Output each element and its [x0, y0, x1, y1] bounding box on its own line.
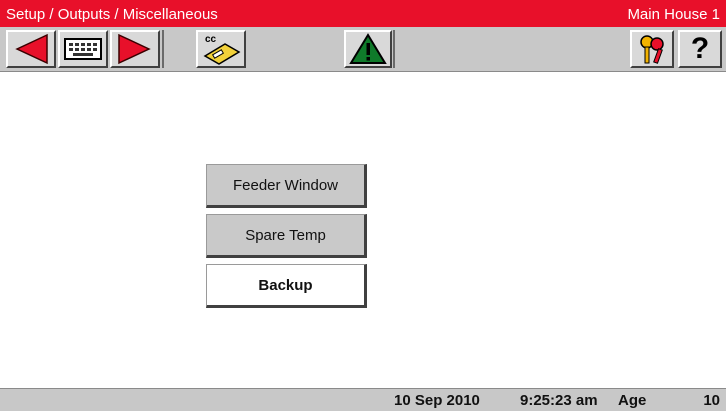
- backup-label: Backup: [258, 276, 313, 294]
- title-bar: Setup / Outputs / Miscellaneous Main Hou…: [0, 0, 726, 27]
- feeder-window-button[interactable]: Feeder Window: [206, 164, 367, 208]
- help-icon: ?: [690, 32, 710, 65]
- help-button[interactable]: ?: [678, 30, 722, 68]
- toolbar-divider: [393, 30, 395, 68]
- status-time: 9:25:23 am: [520, 392, 598, 409]
- keyboard-button[interactable]: [58, 30, 108, 68]
- cc-label: cc: [205, 34, 217, 45]
- keys-button[interactable]: [630, 30, 674, 68]
- arrow-left-icon: [15, 33, 48, 65]
- back-button[interactable]: [6, 30, 56, 68]
- keys-icon: [640, 35, 664, 64]
- feeder-window-label: Feeder Window: [232, 176, 339, 194]
- cc-card-icon: cc: [203, 34, 241, 65]
- status-date: 10 Sep 2010: [394, 392, 480, 409]
- arrow-right-icon: [118, 33, 151, 65]
- spare-temp-button[interactable]: Spare Temp: [206, 214, 367, 258]
- toolbar-divider: [162, 30, 164, 68]
- forward-button[interactable]: [110, 30, 160, 68]
- house-name: Main House 1: [627, 6, 720, 23]
- toolbar: cc ?: [0, 27, 726, 72]
- alarm-warning-icon: [349, 33, 387, 64]
- status-bar: 10 Sep 2010 9:25:23 am Age 10: [0, 388, 726, 411]
- age-label: Age: [618, 392, 647, 409]
- breadcrumb: Setup / Outputs / Miscellaneous: [6, 6, 218, 23]
- alarm-button[interactable]: [344, 30, 392, 68]
- spare-temp-label: Spare Temp: [245, 226, 326, 244]
- backup-button[interactable]: Backup: [206, 264, 367, 308]
- age-value: 10: [703, 392, 720, 409]
- cc-card-button[interactable]: cc: [196, 30, 246, 68]
- keyboard-icon: [64, 38, 102, 60]
